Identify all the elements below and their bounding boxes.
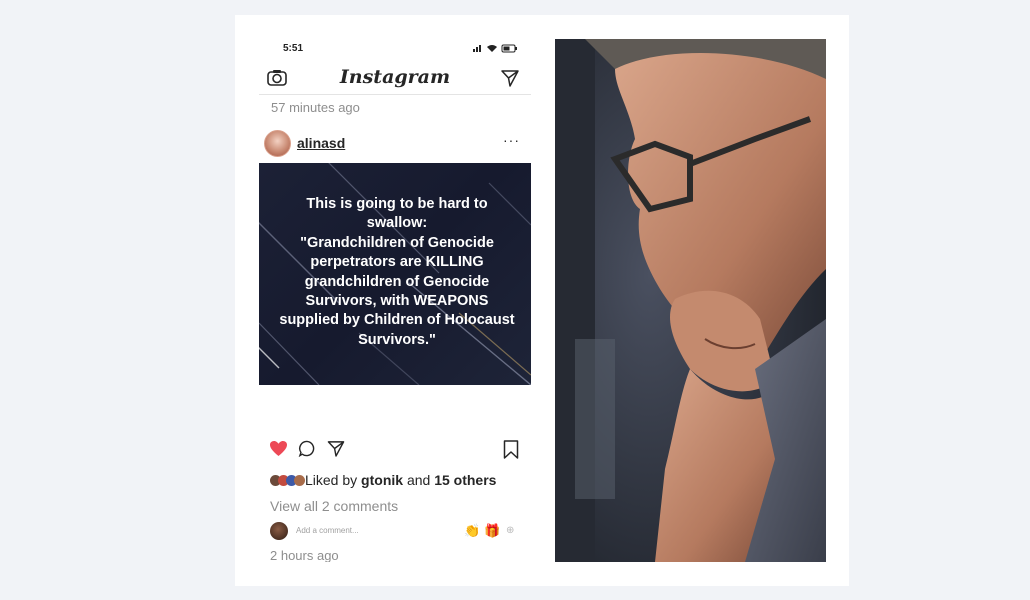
gift-emoji-icon[interactable]: 🎁	[484, 523, 500, 539]
view-comments-link[interactable]: View all 2 comments	[270, 498, 398, 514]
post-time: 2 hours ago	[270, 548, 339, 562]
liked-by: Liked by gtonik and 15 others	[270, 472, 496, 488]
status-bar: 5:51	[259, 38, 531, 60]
post-image[interactable]: This is going to be hard to swallow: "Gr…	[259, 163, 531, 385]
liked-by-user[interactable]: gtonik	[361, 472, 403, 488]
app-header: Instagram	[259, 60, 531, 95]
liked-by-prefix: Liked by	[305, 472, 358, 488]
paper-plane-icon[interactable]	[501, 69, 519, 92]
post-actions	[259, 440, 531, 464]
post-header: alinasd ···	[264, 130, 526, 158]
share-icon[interactable]	[327, 440, 345, 462]
status-indicators-icon	[473, 43, 519, 55]
add-comment-row: Add a comment... 👏 🎁 ⊕	[270, 522, 526, 542]
add-comment-input[interactable]: Add a comment...	[296, 526, 359, 535]
comment-icon[interactable]	[298, 440, 316, 462]
avatar[interactable]	[264, 130, 291, 157]
portrait-photo	[555, 39, 826, 562]
instagram-screen: 5:51 Instagram 57 minutes ago alinasd ··…	[259, 38, 531, 562]
more-options-icon[interactable]: ···	[503, 132, 520, 148]
previous-post-time: 57 minutes ago	[271, 100, 360, 115]
post-username[interactable]: alinasd	[297, 135, 345, 151]
add-emoji-icon[interactable]: ⊕	[506, 525, 514, 536]
liker-avatars	[270, 475, 305, 487]
app-logo: Instagram	[339, 66, 451, 88]
post-image-text: This is going to be hard to swallow: "Gr…	[279, 196, 515, 348]
clapping-emoji-icon[interactable]: 👏	[464, 523, 480, 539]
status-time: 5:51	[283, 43, 304, 54]
avatar	[270, 522, 288, 540]
liked-by-others[interactable]: 15 others	[434, 472, 496, 488]
heart-icon[interactable]	[269, 440, 288, 462]
bookmark-icon[interactable]	[503, 440, 519, 464]
liked-by-and: and	[406, 472, 431, 488]
